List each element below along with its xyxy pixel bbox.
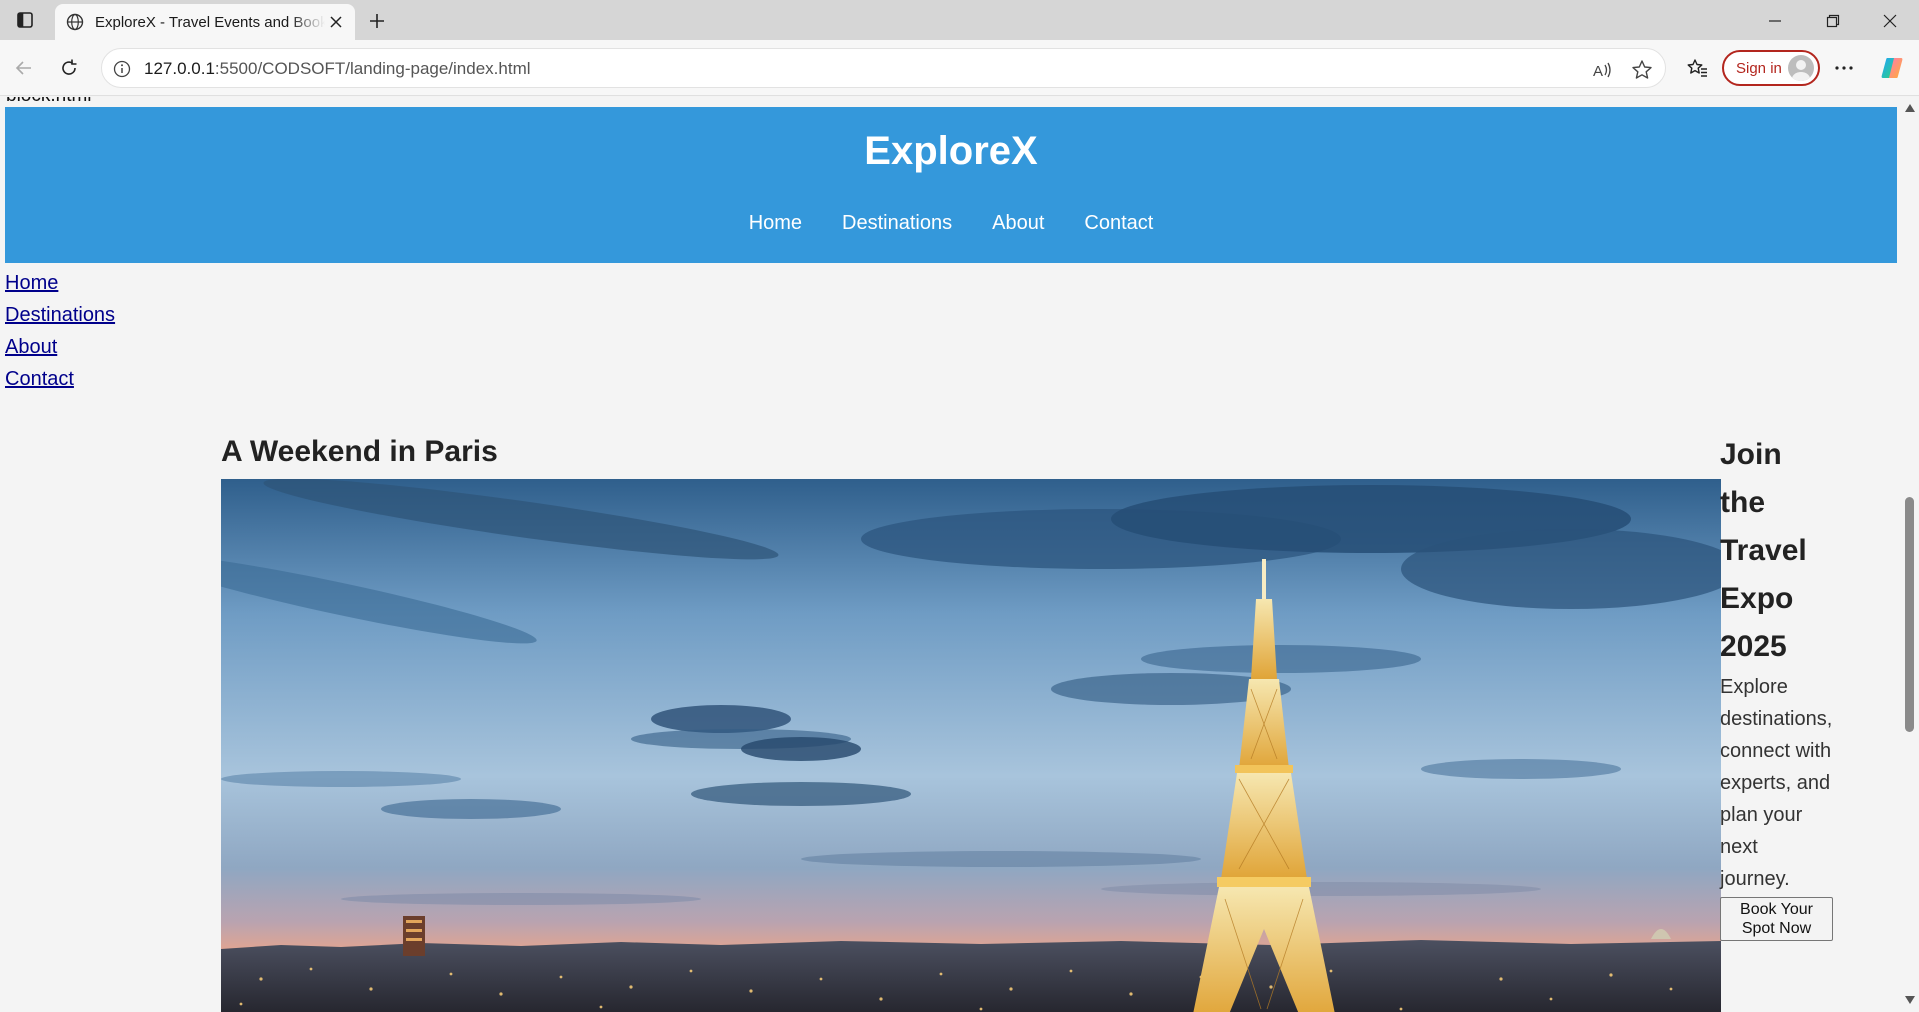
promo-title: Join the Travel Expo 2025 <box>1720 431 1840 671</box>
book-button-line: Book Your <box>1740 901 1813 918</box>
link-destinations[interactable]: Destinations <box>5 304 115 326</box>
promo-desc-line: experts, and <box>1720 772 1831 794</box>
link-home[interactable]: Home <box>5 272 58 294</box>
sign-in-label: Sign in <box>1736 59 1782 77</box>
url-host: 127.0.0.1 <box>144 59 215 78</box>
restore-icon[interactable] <box>1813 8 1853 34</box>
star-icon[interactable] <box>1630 58 1654 82</box>
nav-link-contact[interactable]: Contact <box>1084 212 1153 235</box>
page-scrollbar[interactable] <box>1900 97 1919 1012</box>
tab-title: ExploreX - Travel Events and Booking <box>95 13 325 31</box>
nav-link-about[interactable]: About <box>992 212 1044 235</box>
url-text[interactable]: 127.0.0.1:5500/CODSOFT/landing-page/inde… <box>144 59 531 79</box>
avatar <box>1788 55 1814 81</box>
scroll-up-icon[interactable] <box>1904 102 1915 113</box>
site-header: ExploreX Home Destinations About Contact <box>5 107 1897 263</box>
nav-link-destinations[interactable]: Destinations <box>842 212 952 235</box>
link-about[interactable]: About <box>5 336 57 358</box>
link-contact[interactable]: Contact <box>5 368 74 390</box>
unstyled-link-list: Home Destinations About Contact <box>5 267 115 395</box>
tab-strip: ExploreX - Travel Events and Booking <box>0 0 1919 40</box>
promo-desc-line: connect with <box>1720 740 1832 762</box>
scroll-thumb[interactable] <box>1905 497 1914 732</box>
promo-title-line: 2025 <box>1720 630 1787 663</box>
book-spot-button[interactable]: Book Your Spot Now <box>1720 897 1833 941</box>
page-viewport: block.html ExploreX Home Destinations Ab… <box>0 97 1900 1012</box>
promo-desc-line: destinations, <box>1720 708 1833 730</box>
book-button-line: Spot Now <box>1741 920 1812 937</box>
globe-icon <box>65 12 85 32</box>
plus-icon[interactable] <box>364 8 390 34</box>
favorites-icon[interactable] <box>1683 54 1711 82</box>
previous-content-text: block.html <box>6 97 92 107</box>
read-aloud-icon[interactable]: A <box>1590 58 1614 82</box>
site-nav: Home Destinations About Contact <box>5 212 1897 235</box>
refresh-icon[interactable] <box>55 54 83 82</box>
nav-link-home[interactable]: Home <box>749 212 802 235</box>
promo-title-line: the <box>1720 486 1765 519</box>
site-logo: ExploreX <box>864 129 1038 173</box>
paris-hero-image <box>221 479 1721 1012</box>
tab-actions-icon[interactable] <box>10 8 40 32</box>
more-icon[interactable] <box>1830 54 1858 82</box>
minimize-icon[interactable] <box>1755 8 1795 34</box>
promo-desc-line: journey. <box>1720 868 1790 890</box>
sign-in-button[interactable]: Sign in <box>1722 50 1820 86</box>
close-icon[interactable] <box>327 13 345 31</box>
promo-title-line: Expo <box>1720 582 1794 615</box>
browser-tab[interactable]: ExploreX - Travel Events and Booking <box>55 4 355 40</box>
address-bar[interactable]: 127.0.0.1:5500/CODSOFT/landing-page/inde… <box>101 48 1666 88</box>
browser-toolbar: 127.0.0.1:5500/CODSOFT/landing-page/inde… <box>0 40 1919 96</box>
promo-sidebar: Join the Travel Expo 2025 Explore destin… <box>1720 431 1840 941</box>
window-close-icon[interactable] <box>1870 8 1910 34</box>
copilot-icon[interactable] <box>1878 54 1906 82</box>
url-path: :5500/CODSOFT/landing-page/index.html <box>214 59 531 78</box>
event-title: A Weekend in Paris <box>221 435 498 468</box>
promo-desc-line: Explore <box>1720 676 1788 698</box>
scroll-down-icon[interactable] <box>1904 994 1915 1005</box>
promo-title-line: Travel <box>1720 534 1807 567</box>
promo-desc-line: plan your <box>1720 804 1803 826</box>
svg-text:A: A <box>1593 63 1603 80</box>
back-arrow-icon[interactable] <box>10 54 38 82</box>
promo-desc-line: next <box>1720 836 1758 858</box>
promo-title-line: Join <box>1720 438 1782 471</box>
info-icon[interactable] <box>112 59 132 79</box>
promo-description: Explore destinations, connect with exper… <box>1720 671 1840 895</box>
